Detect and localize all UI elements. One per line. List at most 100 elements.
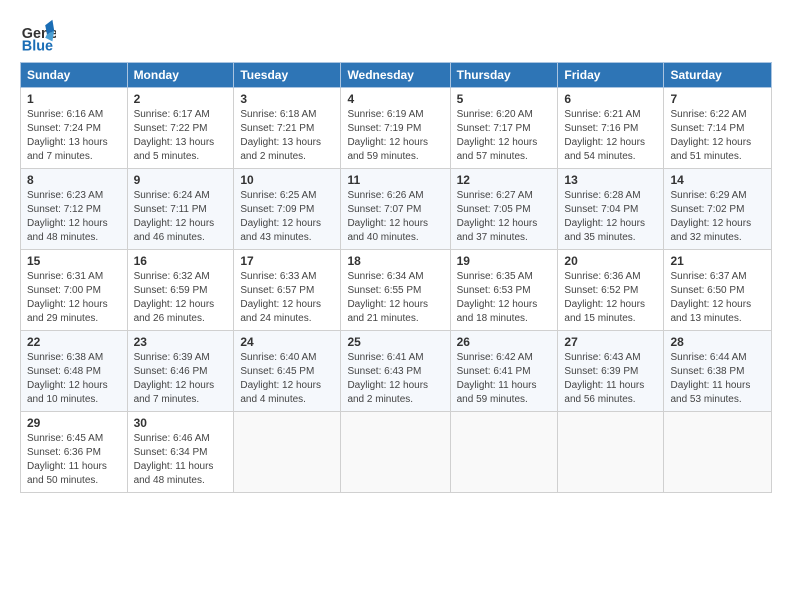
calendar-cell: 23 Sunrise: 6:39 AM Sunset: 6:46 PM Dayli… <box>127 331 234 412</box>
calendar-cell: 17 Sunrise: 6:33 AM Sunset: 6:57 PM Dayli… <box>234 250 341 331</box>
calendar-cell: 7 Sunrise: 6:22 AM Sunset: 7:14 PM Daylig… <box>664 88 772 169</box>
day-number: 3 <box>240 92 334 106</box>
day-info: Sunrise: 6:38 AM Sunset: 6:48 PM Dayligh… <box>27 351 121 407</box>
calendar-cell: 26 Sunrise: 6:42 AM Sunset: 6:41 PM Dayli… <box>450 331 558 412</box>
week-row-4: 22 Sunrise: 6:38 AM Sunset: 6:48 PM Dayli… <box>21 331 772 412</box>
day-number: 7 <box>670 92 765 106</box>
calendar-cell: 21Sunrise: 6:37 AM Sunset: 6:50 PM Dayli… <box>664 250 772 331</box>
day-info: Sunrise: 6:43 AM Sunset: 6:39 PM Dayligh… <box>564 351 657 407</box>
day-number: 18 <box>347 254 443 268</box>
day-info: Sunrise: 6:27 AM Sunset: 7:05 PM Dayligh… <box>457 189 552 245</box>
day-number: 12 <box>457 173 552 187</box>
day-number: 16 <box>134 254 228 268</box>
day-number: 19 <box>457 254 552 268</box>
day-info: Sunrise: 6:18 AM Sunset: 7:21 PM Dayligh… <box>240 108 334 164</box>
day-number: 10 <box>240 173 334 187</box>
day-number: 2 <box>134 92 228 106</box>
day-number: 6 <box>564 92 657 106</box>
calendar-cell: 14Sunrise: 6:29 AM Sunset: 7:02 PM Dayli… <box>664 169 772 250</box>
calendar-cell: 4 Sunrise: 6:19 AM Sunset: 7:19 PM Daylig… <box>341 88 450 169</box>
day-info: Sunrise: 6:20 AM Sunset: 7:17 PM Dayligh… <box>457 108 552 164</box>
calendar-cell: 20 Sunrise: 6:36 AM Sunset: 6:52 PM Dayli… <box>558 250 664 331</box>
day-number: 11 <box>347 173 443 187</box>
calendar-cell: 3 Sunrise: 6:18 AM Sunset: 7:21 PM Daylig… <box>234 88 341 169</box>
day-number: 15 <box>27 254 121 268</box>
day-info: Sunrise: 6:19 AM Sunset: 7:19 PM Dayligh… <box>347 108 443 164</box>
calendar-cell <box>234 412 341 493</box>
col-header-friday: Friday <box>558 63 664 88</box>
calendar-cell: 15 Sunrise: 6:31 AM Sunset: 7:00 PM Dayli… <box>21 250 128 331</box>
day-info: Sunrise: 6:21 AM Sunset: 7:16 PM Dayligh… <box>564 108 657 164</box>
calendar-cell: 12 Sunrise: 6:27 AM Sunset: 7:05 PM Dayli… <box>450 169 558 250</box>
day-number: 8 <box>27 173 121 187</box>
col-header-monday: Monday <box>127 63 234 88</box>
calendar-cell: 27 Sunrise: 6:43 AM Sunset: 6:39 PM Dayli… <box>558 331 664 412</box>
day-info: Sunrise: 6:25 AM Sunset: 7:09 PM Dayligh… <box>240 189 334 245</box>
day-number: 13 <box>564 173 657 187</box>
calendar-cell: 24 Sunrise: 6:40 AM Sunset: 6:45 PM Dayli… <box>234 331 341 412</box>
svg-text:Blue: Blue <box>22 38 53 54</box>
day-info: Sunrise: 6:45 AM Sunset: 6:36 PM Dayligh… <box>27 432 121 488</box>
logo: General Blue <box>20 18 60 54</box>
day-info: Sunrise: 6:28 AM Sunset: 7:04 PM Dayligh… <box>564 189 657 245</box>
day-info: Sunrise: 6:33 AM Sunset: 6:57 PM Dayligh… <box>240 270 334 326</box>
day-number: 30 <box>134 416 228 430</box>
calendar-cell: 9 Sunrise: 6:24 AM Sunset: 7:11 PM Daylig… <box>127 169 234 250</box>
day-info: Sunrise: 6:41 AM Sunset: 6:43 PM Dayligh… <box>347 351 443 407</box>
header: General Blue <box>20 18 772 54</box>
day-info: Sunrise: 6:24 AM Sunset: 7:11 PM Dayligh… <box>134 189 228 245</box>
calendar-cell: 5 Sunrise: 6:20 AM Sunset: 7:17 PM Daylig… <box>450 88 558 169</box>
col-header-tuesday: Tuesday <box>234 63 341 88</box>
calendar-cell: 10 Sunrise: 6:25 AM Sunset: 7:09 PM Dayli… <box>234 169 341 250</box>
calendar-cell: 22 Sunrise: 6:38 AM Sunset: 6:48 PM Dayli… <box>21 331 128 412</box>
col-header-thursday: Thursday <box>450 63 558 88</box>
calendar-cell: 30Sunrise: 6:46 AM Sunset: 6:34 PM Dayli… <box>127 412 234 493</box>
day-number: 5 <box>457 92 552 106</box>
day-info: Sunrise: 6:23 AM Sunset: 7:12 PM Dayligh… <box>27 189 121 245</box>
day-info: Sunrise: 6:42 AM Sunset: 6:41 PM Dayligh… <box>457 351 552 407</box>
calendar-cell: 13 Sunrise: 6:28 AM Sunset: 7:04 PM Dayli… <box>558 169 664 250</box>
col-header-wednesday: Wednesday <box>341 63 450 88</box>
page: General Blue SundayMondayTuesdayWednesda… <box>0 0 792 612</box>
day-info: Sunrise: 6:36 AM Sunset: 6:52 PM Dayligh… <box>564 270 657 326</box>
day-number: 14 <box>670 173 765 187</box>
calendar-header-row: SundayMondayTuesdayWednesdayThursdayFrid… <box>21 63 772 88</box>
day-number: 22 <box>27 335 121 349</box>
col-header-sunday: Sunday <box>21 63 128 88</box>
day-number: 20 <box>564 254 657 268</box>
day-number: 4 <box>347 92 443 106</box>
day-info: Sunrise: 6:40 AM Sunset: 6:45 PM Dayligh… <box>240 351 334 407</box>
day-number: 9 <box>134 173 228 187</box>
week-row-5: 29Sunrise: 6:45 AM Sunset: 6:36 PM Dayli… <box>21 412 772 493</box>
day-number: 17 <box>240 254 334 268</box>
logo-icon: General Blue <box>20 18 56 54</box>
day-info: Sunrise: 6:44 AM Sunset: 6:38 PM Dayligh… <box>670 351 765 407</box>
day-number: 23 <box>134 335 228 349</box>
day-info: Sunrise: 6:26 AM Sunset: 7:07 PM Dayligh… <box>347 189 443 245</box>
day-number: 26 <box>457 335 552 349</box>
calendar-cell <box>558 412 664 493</box>
day-info: Sunrise: 6:39 AM Sunset: 6:46 PM Dayligh… <box>134 351 228 407</box>
day-info: Sunrise: 6:17 AM Sunset: 7:22 PM Dayligh… <box>134 108 228 164</box>
calendar-cell: 29Sunrise: 6:45 AM Sunset: 6:36 PM Dayli… <box>21 412 128 493</box>
day-info: Sunrise: 6:31 AM Sunset: 7:00 PM Dayligh… <box>27 270 121 326</box>
day-info: Sunrise: 6:34 AM Sunset: 6:55 PM Dayligh… <box>347 270 443 326</box>
calendar-cell: 6 Sunrise: 6:21 AM Sunset: 7:16 PM Daylig… <box>558 88 664 169</box>
calendar-cell: 1Sunrise: 6:16 AM Sunset: 7:24 PM Daylig… <box>21 88 128 169</box>
day-info: Sunrise: 6:22 AM Sunset: 7:14 PM Dayligh… <box>670 108 765 164</box>
calendar-cell: 2 Sunrise: 6:17 AM Sunset: 7:22 PM Daylig… <box>127 88 234 169</box>
day-number: 21 <box>670 254 765 268</box>
day-number: 25 <box>347 335 443 349</box>
calendar-cell: 16Sunrise: 6:32 AM Sunset: 6:59 PM Dayli… <box>127 250 234 331</box>
calendar: SundayMondayTuesdayWednesdayThursdayFrid… <box>20 62 772 493</box>
week-row-1: 1Sunrise: 6:16 AM Sunset: 7:24 PM Daylig… <box>21 88 772 169</box>
day-number: 27 <box>564 335 657 349</box>
col-header-saturday: Saturday <box>664 63 772 88</box>
day-info: Sunrise: 6:35 AM Sunset: 6:53 PM Dayligh… <box>457 270 552 326</box>
calendar-cell: 11 Sunrise: 6:26 AM Sunset: 7:07 PM Dayli… <box>341 169 450 250</box>
calendar-cell: 25 Sunrise: 6:41 AM Sunset: 6:43 PM Dayli… <box>341 331 450 412</box>
day-info: Sunrise: 6:16 AM Sunset: 7:24 PM Dayligh… <box>27 108 121 164</box>
week-row-2: 8 Sunrise: 6:23 AM Sunset: 7:12 PM Daylig… <box>21 169 772 250</box>
day-number: 24 <box>240 335 334 349</box>
calendar-cell: 28Sunrise: 6:44 AM Sunset: 6:38 PM Dayli… <box>664 331 772 412</box>
